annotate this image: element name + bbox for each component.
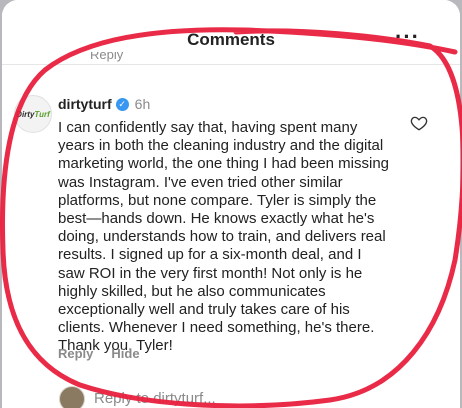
username[interactable]: dirtyturf xyxy=(58,96,112,112)
current-user-avatar xyxy=(59,386,85,408)
comment-text: I can confidently say that, having spent… xyxy=(58,119,390,355)
hide-button[interactable]: Hide xyxy=(111,346,139,361)
comments-header: Comments ··· xyxy=(2,0,460,56)
more-options-icon[interactable]: ··· xyxy=(395,26,420,48)
page-title: Comments xyxy=(187,30,275,49)
divider xyxy=(2,64,460,65)
avatar-logo: DirtyTurf xyxy=(16,109,50,119)
comments-sheet: Comments ··· Reply DirtyTurf dirtyturf ✓… xyxy=(2,0,460,408)
reply-button[interactable]: Reply xyxy=(58,346,93,361)
timestamp: 6h xyxy=(134,96,151,112)
verified-badge-icon: ✓ xyxy=(115,97,129,111)
comment-actions: Reply Hide xyxy=(58,346,140,361)
previous-reply-link[interactable]: Reply xyxy=(90,52,123,62)
reply-input[interactable]: Reply to dirtyturf... xyxy=(94,390,216,407)
heart-icon[interactable] xyxy=(410,114,428,132)
avatar[interactable]: DirtyTurf xyxy=(14,95,52,133)
comment-header: dirtyturf ✓ 6h xyxy=(58,96,150,112)
